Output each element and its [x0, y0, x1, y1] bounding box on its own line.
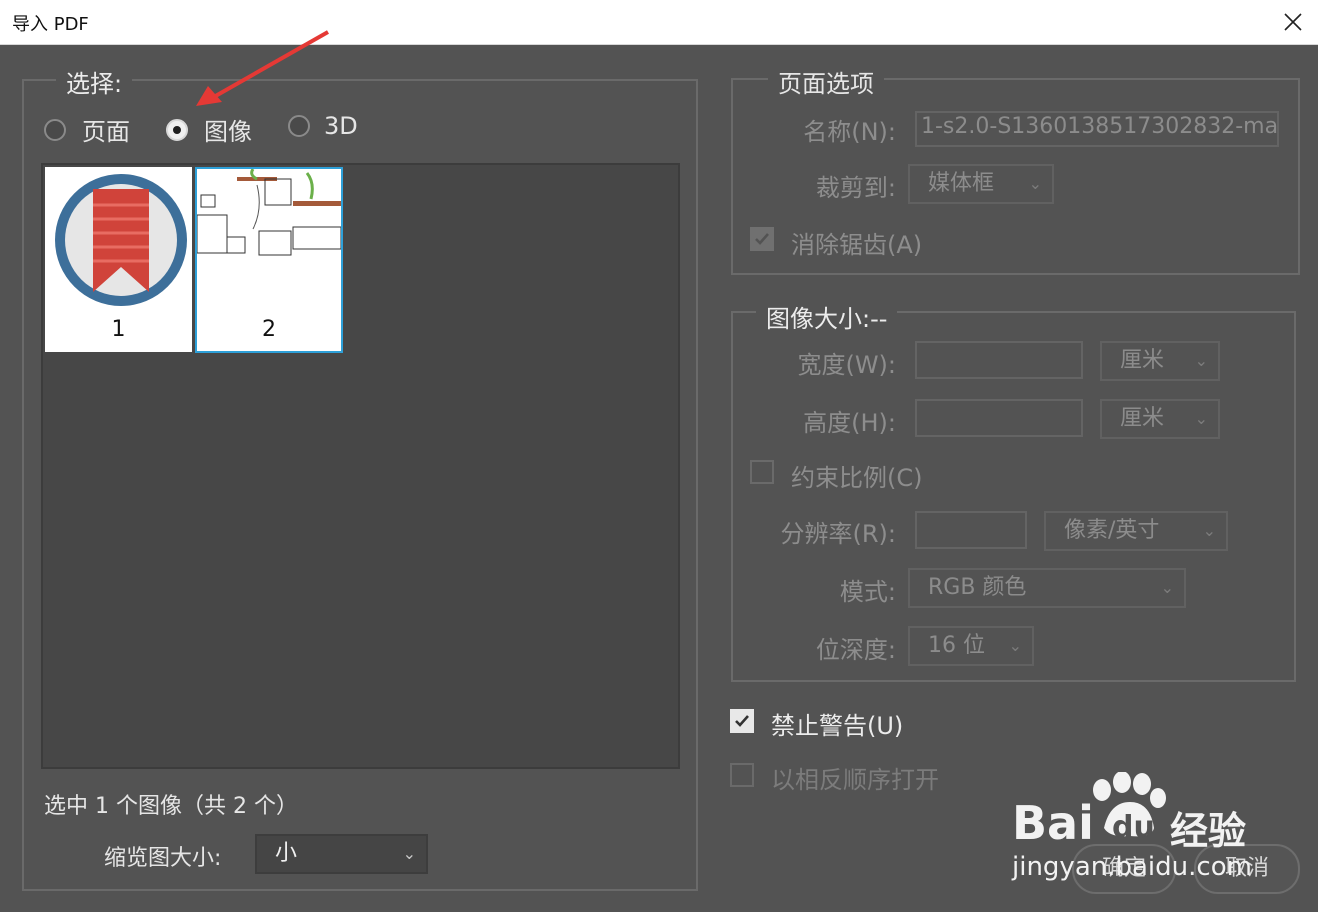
depth-select[interactable]: 16 位 ⌄ — [908, 626, 1034, 666]
chevron-down-icon: ⌄ — [1194, 409, 1208, 428]
radio-3d-indicator[interactable] — [288, 115, 310, 137]
selection-status: 选中 1 个图像（共 2 个） — [44, 794, 298, 819]
resolution-unit-value: 像素/英寸 — [1064, 518, 1160, 543]
resolution-field[interactable] — [915, 511, 1027, 549]
checkmark-icon — [755, 233, 769, 245]
name-value: 1-s2.0-S1360138517302832-main — [921, 114, 1277, 139]
chevron-down-icon: ⌄ — [402, 844, 416, 863]
constrain-label: 约束比例(C) — [791, 464, 923, 492]
radio-page-label: 页面 — [82, 118, 130, 146]
width-label: 宽度(W): — [797, 351, 896, 379]
crop-select[interactable]: 媒体框 ⌄ — [908, 164, 1054, 204]
chevron-down-icon: ⌄ — [1194, 351, 1208, 370]
width-unit-select[interactable]: 厘米 ⌄ — [1100, 341, 1220, 381]
thumbnail-1-number: 1 — [111, 317, 126, 342]
chevron-down-icon: ⌄ — [1028, 174, 1042, 193]
thumb-size-label: 缩览图大小: — [104, 846, 222, 871]
page-2-preview-icon — [197, 169, 341, 256]
height-unit-value: 厘米 — [1120, 406, 1165, 431]
radio-3d[interactable]: 3D — [288, 112, 358, 140]
watermark-brand-jingyan: 经验 — [1170, 809, 1247, 853]
constrain-checkbox[interactable] — [750, 460, 774, 484]
close-icon — [1284, 13, 1302, 31]
radio-image-indicator[interactable] — [166, 118, 188, 141]
window-title: 导入 PDF — [12, 14, 89, 35]
watermark-brand-du: du — [1112, 810, 1155, 845]
crop-value: 媒体框 — [928, 171, 995, 196]
thumb-size-value: 小 — [275, 841, 298, 866]
reverse-order-checkbox[interactable] — [730, 763, 754, 787]
thumbnail-2[interactable]: 2 — [195, 167, 343, 353]
checkmark-icon — [735, 715, 749, 727]
watermark-logo: Bai du 经验 jingyan.baidu.com — [1012, 770, 1312, 890]
page-options-legend: 页面选项 — [768, 64, 884, 99]
radio-page[interactable]: 页面 — [44, 112, 130, 147]
chevron-down-icon: ⌄ — [1202, 521, 1216, 540]
radio-3d-label: 3D — [324, 112, 358, 140]
radio-page-indicator[interactable] — [44, 118, 66, 141]
antialias-checkbox[interactable] — [750, 227, 774, 251]
height-unit-select[interactable]: 厘米 ⌄ — [1100, 399, 1220, 439]
watermark-brand: Bai — [1012, 796, 1094, 850]
suppress-warnings-checkbox[interactable] — [730, 709, 754, 733]
height-field[interactable] — [915, 399, 1083, 437]
select-group-legend: 选择: — [56, 64, 133, 99]
mode-value: RGB 颜色 — [928, 575, 1027, 600]
name-field[interactable]: 1-s2.0-S1360138517302832-main — [915, 111, 1279, 147]
resolution-unit-select[interactable]: 像素/英寸 ⌄ — [1044, 511, 1228, 551]
suppress-warnings-label: 禁止警告(U) — [771, 712, 904, 740]
depth-value: 16 位 — [928, 633, 985, 658]
thumbnail-2-number: 2 — [262, 317, 276, 342]
name-label: 名称(N): — [803, 118, 896, 146]
chevron-down-icon: ⌄ — [1160, 578, 1174, 597]
height-label: 高度(H): — [803, 409, 896, 437]
width-field[interactable] — [915, 341, 1083, 379]
depth-label: 位深度: — [815, 636, 896, 664]
annotation-arrow-icon — [196, 30, 329, 106]
thumb-size-select[interactable]: 小 ⌄ — [255, 834, 428, 874]
watermark-url: jingyan.baidu.com — [1012, 852, 1252, 882]
antialias-label: 消除锯齿(A) — [791, 231, 923, 259]
mode-select[interactable]: RGB 颜色 ⌄ — [908, 568, 1186, 608]
resolution-label: 分辨率(R): — [780, 520, 897, 548]
reverse-order-label: 以相反顺序打开 — [771, 766, 939, 794]
thumbnail-1[interactable]: 1 — [45, 167, 192, 352]
chevron-down-icon: ⌄ — [1008, 636, 1022, 655]
width-unit-value: 厘米 — [1120, 348, 1165, 373]
radio-image-label: 图像 — [204, 118, 252, 146]
page-1-preview-icon — [55, 174, 187, 306]
mode-label: 模式: — [839, 578, 896, 606]
crop-label: 裁剪到: — [815, 174, 896, 202]
image-size-legend: 图像大小:-- — [756, 299, 898, 334]
close-button[interactable] — [1272, 2, 1314, 42]
radio-image[interactable]: 图像 — [166, 112, 252, 147]
